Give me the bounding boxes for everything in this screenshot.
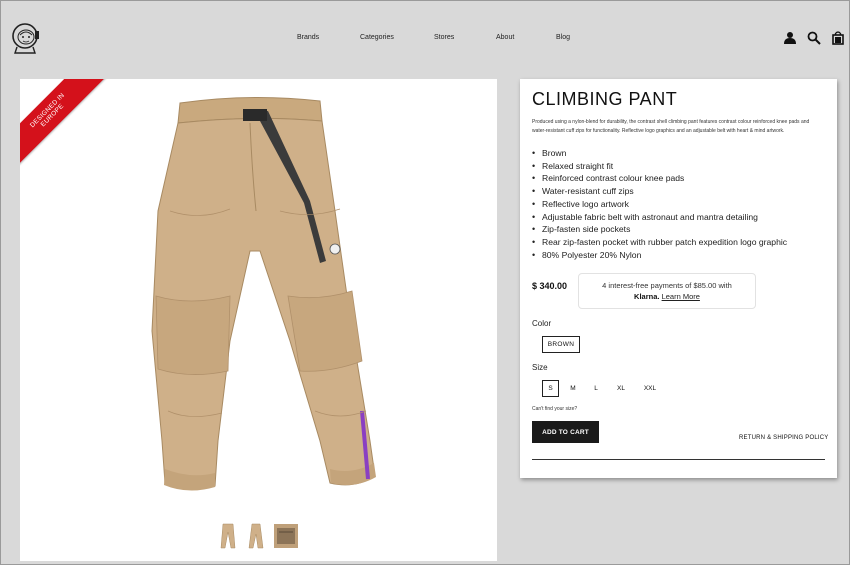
feature-item: Rear zip-fasten pocket with rubber patch… [532, 236, 787, 249]
thumbnail-strip [215, 522, 305, 550]
color-label: Color [532, 319, 552, 328]
feature-item: Reinforced contrast colour knee pads [532, 172, 787, 185]
feature-item: Water-resistant cuff zips [532, 185, 787, 198]
return-shipping-policy-link[interactable]: RETURN & SHIPPING POLICY [739, 435, 828, 441]
thumbnail-front[interactable] [217, 522, 239, 550]
feature-item: Reflective logo artwork [532, 198, 787, 211]
product-title: CLIMBING PANT [532, 89, 678, 109]
klarna-text: 4 interest-free payments of $85.00 with [602, 281, 732, 290]
thumbnail-side[interactable] [245, 522, 267, 550]
size-option-xxl[interactable]: XXL [639, 380, 661, 397]
size-option-m[interactable]: M [566, 380, 580, 397]
bag-icon[interactable] [831, 31, 845, 45]
feature-item: 80% Polyester 20% Nylon [532, 249, 787, 262]
product-description: Produced using a nylon-blend for durabil… [532, 119, 810, 134]
product-main-image[interactable] [130, 91, 390, 501]
nav-blog[interactable]: Blog [556, 34, 570, 41]
nav-about[interactable]: About [496, 34, 514, 41]
klarna-learn-more-link[interactable]: Learn More [662, 292, 700, 301]
feature-item: Zip-fasten side pockets [532, 223, 787, 236]
designed-in-europe-ribbon: DESIGNED IN EUROPE [20, 79, 110, 173]
klarna-payment-info: 4 interest-free payments of $85.00 with … [578, 273, 756, 309]
account-icon[interactable] [783, 31, 797, 45]
feature-item: Brown [532, 147, 787, 160]
product-details-panel: CLIMBING PANT Produced using a nylon-ble… [520, 79, 837, 478]
size-label: Size [532, 363, 548, 372]
feature-list: Brown Relaxed straight fit Reinforced co… [532, 147, 787, 261]
thumbnail-detail[interactable] [273, 522, 299, 550]
main-nav: Brands Categories Stores About Blog [1, 34, 850, 46]
product-image-panel: DESIGNED IN EUROPE [20, 79, 497, 561]
color-option-brown[interactable]: BROWN [542, 336, 580, 353]
product-price: $ 340.00 [532, 281, 568, 291]
nav-categories[interactable]: Categories [360, 34, 394, 41]
feature-item: Relaxed straight fit [532, 160, 787, 173]
size-option-xl[interactable]: XL [612, 380, 630, 397]
feature-item: Adjustable fabric belt with astronaut an… [532, 211, 787, 224]
nav-brands[interactable]: Brands [297, 34, 319, 41]
divider [532, 459, 825, 460]
size-option-s[interactable]: S [542, 380, 559, 397]
klarna-brand: Klarna. [634, 292, 660, 301]
size-option-l[interactable]: L [590, 380, 602, 397]
add-to-cart-button[interactable]: ADD TO CART [532, 421, 599, 443]
nav-stores[interactable]: Stores [434, 34, 454, 41]
cant-find-size-link[interactable]: Can't find your size? [532, 406, 577, 412]
search-icon[interactable] [807, 31, 821, 45]
